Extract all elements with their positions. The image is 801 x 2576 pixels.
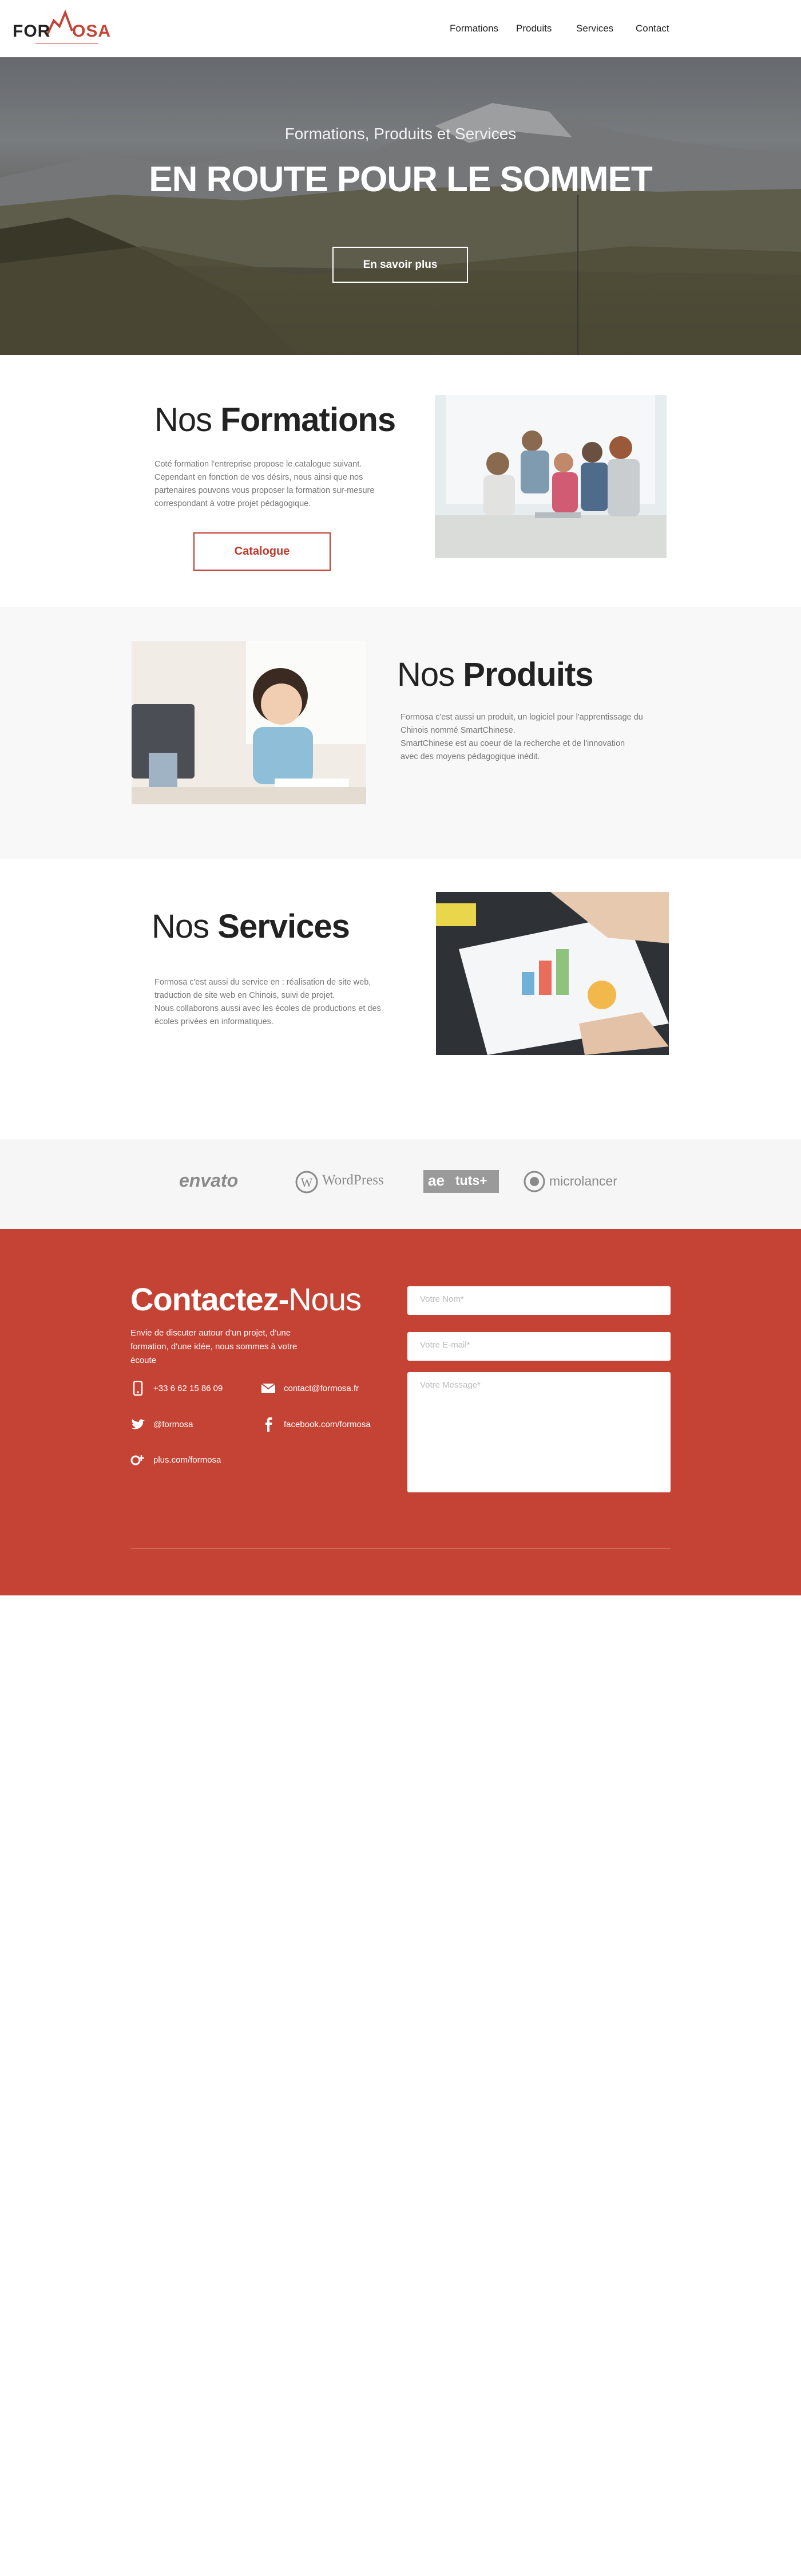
services-title: Nos Services xyxy=(152,907,350,946)
nav-services[interactable]: Services xyxy=(576,23,613,34)
microlancer-text: microlancer xyxy=(549,1174,617,1188)
phone-text: +33 6 62 15 86 09 xyxy=(153,1383,223,1393)
formations-title: Nos Formations xyxy=(154,401,396,439)
facebook-item[interactable]: facebook.com/formosa xyxy=(261,1417,371,1432)
produits-title-bold: Produits xyxy=(463,656,593,693)
nav-contact[interactable]: Contact xyxy=(636,23,669,34)
tuts-text: tuts+ xyxy=(455,1173,487,1188)
microlancer-icon xyxy=(524,1171,545,1192)
hero-overlay xyxy=(0,57,801,355)
formations-text-line: correspondant à votre projet pédagogique… xyxy=(154,499,311,508)
team-photo-illustration xyxy=(435,395,667,558)
hero-banner: Formations, Produits et Services EN ROUT… xyxy=(0,57,801,355)
produits-text-line: Formosa c'est aussi un produit, un logic… xyxy=(400,713,643,722)
ae-text: ae xyxy=(428,1172,445,1189)
twitter-icon xyxy=(130,1417,145,1432)
services-text: Formosa c'est aussi du service en : réal… xyxy=(154,976,395,1029)
email-item[interactable]: contact@formosa.fr xyxy=(261,1381,359,1396)
produits-title-light: Nos xyxy=(397,656,455,693)
twitter-text: @formosa xyxy=(153,1419,193,1429)
svg-text:W: W xyxy=(301,1175,313,1190)
google-plus-icon xyxy=(130,1452,145,1467)
services-text-line: écoles privées en informatiques. xyxy=(154,1017,273,1026)
message-textarea[interactable]: Votre Message* xyxy=(407,1372,671,1492)
logo-text-osa: OSA xyxy=(72,22,112,41)
contact-section: Contactez-Nous Envie de discuter autour … xyxy=(0,1229,801,1595)
formations-title-light: Nos xyxy=(154,401,212,438)
services-text-line: Formosa c'est aussi du service en : réal… xyxy=(154,978,371,987)
nav-produits[interactable]: Produits xyxy=(516,23,552,34)
twitter-item[interactable]: @formosa xyxy=(130,1417,193,1432)
contact-title: Contactez-Nous xyxy=(130,1281,362,1318)
site-header: FOR M OSA Formations Produits Services C… xyxy=(0,0,801,57)
phone-item: +33 6 62 15 86 09 xyxy=(130,1381,223,1396)
formosa-logo[interactable]: FOR M OSA xyxy=(13,8,116,48)
business-photo-illustration xyxy=(436,892,669,1055)
produits-text-line: avec des moyens pédagogique inédit. xyxy=(400,752,540,761)
facebook-icon xyxy=(261,1417,276,1432)
formations-text-line: Coté formation l'entreprise propose le c… xyxy=(154,460,362,469)
produits-title: Nos Produits xyxy=(397,655,594,694)
business-chart-photo xyxy=(436,892,669,1055)
contact-title-bold: Contactez- xyxy=(130,1281,289,1317)
wordpress-text: WordPress xyxy=(322,1172,384,1188)
partners-bar: envato W WordPress ae tuts+ microlancer xyxy=(0,1139,801,1229)
googleplus-item[interactable]: plus.com/formosa xyxy=(130,1452,221,1467)
services-text-line: Nous collaborons aussi avec les écoles d… xyxy=(154,1004,381,1013)
phone-icon xyxy=(130,1381,145,1396)
produits-text-line: Chinois nommé SmartChinese. xyxy=(400,726,516,735)
team-meeting-photo xyxy=(435,395,667,558)
services-title-bold: Services xyxy=(217,908,350,945)
girl-laptop-photo xyxy=(132,641,366,804)
logo-text-for: FOR xyxy=(13,22,51,41)
contact-intro: Envie de discuter autour d'un projet, d'… xyxy=(130,1328,298,1365)
googleplus-text: plus.com/formosa xyxy=(153,1455,221,1465)
partner-tuts-logo[interactable]: ae tuts+ xyxy=(423,1170,499,1193)
formations-text: Coté formation l'entreprise propose le c… xyxy=(154,458,395,511)
services-text-line: traduction de site web en Chinois, suivi… xyxy=(154,991,335,1000)
produits-text: Formosa c'est aussi un produit, un logic… xyxy=(400,711,664,764)
name-input[interactable]: Votre Nom* xyxy=(407,1286,671,1315)
envelope-icon xyxy=(261,1381,276,1396)
facebook-text: facebook.com/formosa xyxy=(284,1419,371,1429)
girl-photo-illustration xyxy=(132,641,366,804)
learn-more-button[interactable]: En savoir plus xyxy=(332,247,468,283)
contact-title-light: Nous xyxy=(288,1281,362,1317)
formations-text-line: Cependant en fonction de vos désirs, nou… xyxy=(154,473,363,482)
formations-text-line: partenaires pouvons vous proposer la for… xyxy=(154,486,375,495)
email-text: contact@formosa.fr xyxy=(284,1383,359,1393)
email-input[interactable]: Votre E-mail* xyxy=(407,1332,671,1361)
partner-envato-logo[interactable]: envato xyxy=(179,1170,238,1191)
services-title-light: Nos xyxy=(152,908,209,945)
formations-title-bold: Formations xyxy=(220,401,396,438)
nav-formations[interactable]: Formations xyxy=(450,23,498,34)
wordpress-icon: W xyxy=(295,1171,318,1194)
hero-subtitle: Formations, Produits et Services xyxy=(284,125,517,143)
produits-text-line: SmartChinese est au coeur de la recherch… xyxy=(400,739,625,748)
hero-title: EN ROUTE POUR LE SOMMET xyxy=(149,160,652,199)
catalogue-button[interactable]: Catalogue xyxy=(193,532,331,571)
